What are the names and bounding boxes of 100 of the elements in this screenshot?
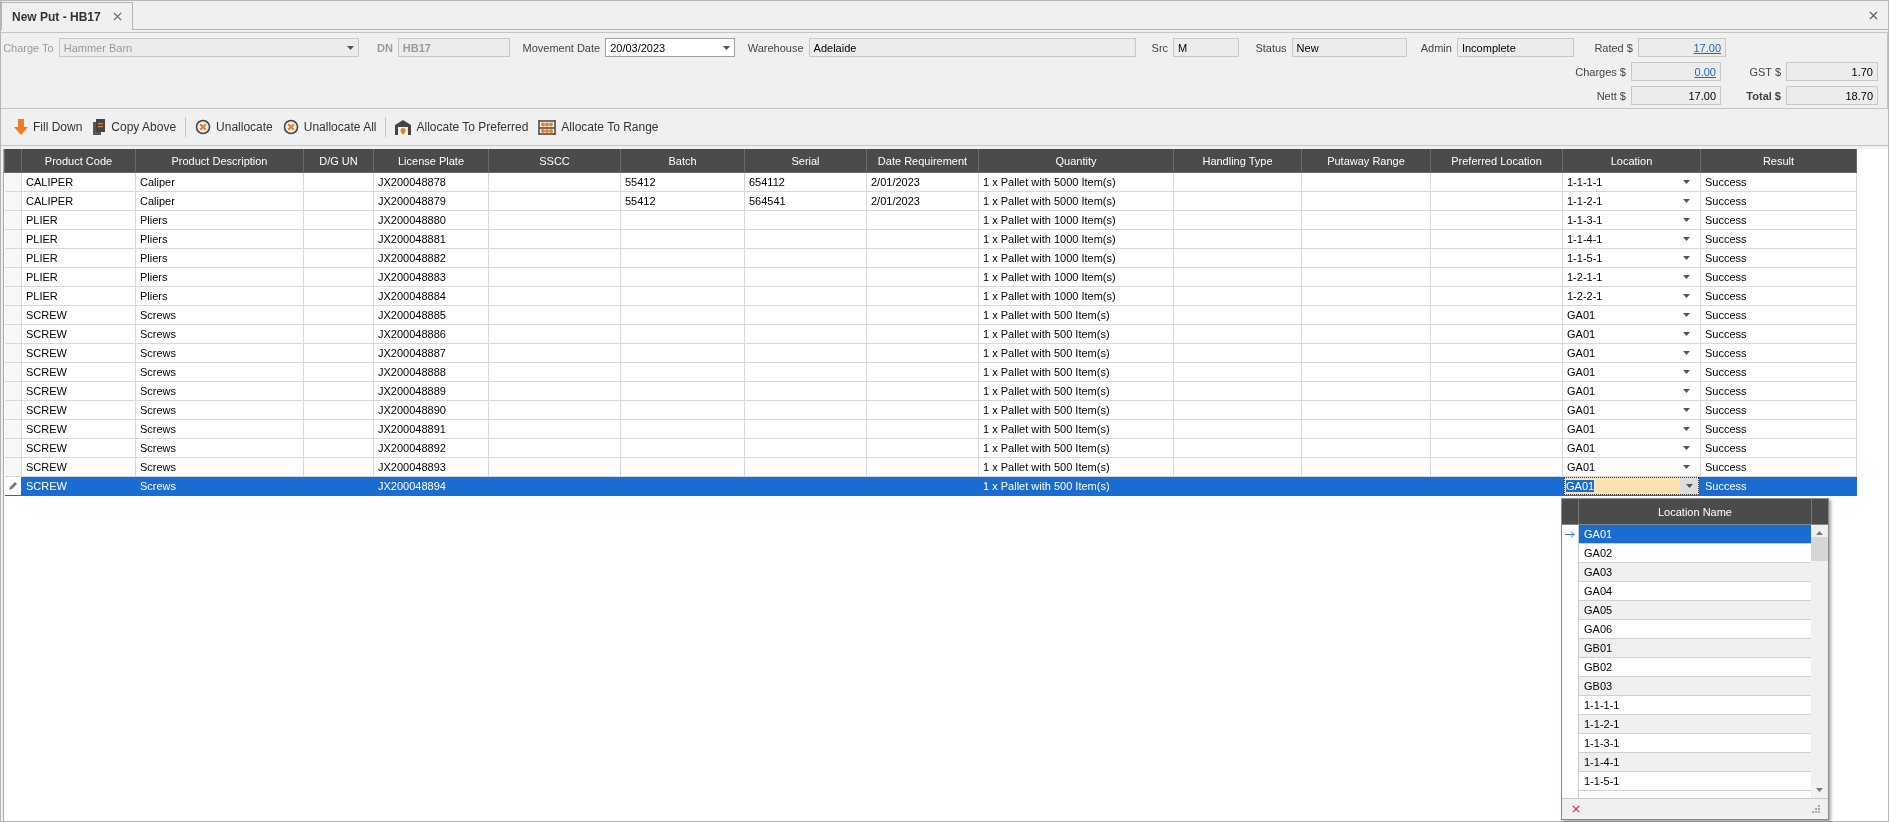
location-dropdown[interactable]: 1-1-1-1 <box>1562 172 1701 192</box>
table-cell: JX200048886 <box>373 324 489 344</box>
list-item[interactable]: GB03 <box>1579 677 1811 696</box>
table-cell: JX200048891 <box>373 419 489 439</box>
table-cell: Pliers <box>135 229 304 249</box>
column-header[interactable]: Result <box>1700 149 1857 173</box>
text-field[interactable]: New <box>1291 38 1408 57</box>
caret-icon <box>1683 180 1690 184</box>
date-picker[interactable]: 20/03/2023 <box>605 38 736 57</box>
scroll-down-icon[interactable] <box>1816 788 1823 792</box>
location-dropdown[interactable]: 1-1-4-1 <box>1562 229 1701 249</box>
location-dropdown[interactable]: GA01 <box>1562 419 1701 439</box>
location-dropdown[interactable]: 1-1-2-1 <box>1562 191 1701 211</box>
toolbar-button[interactable]: Allocate To Preferred <box>390 116 534 138</box>
location-dropdown[interactable]: GA01 <box>1562 457 1701 477</box>
table-cell: 1 x Pallet with 1000 Item(s) <box>978 267 1174 287</box>
column-header[interactable]: Batch <box>620 149 745 173</box>
column-header[interactable]: Handling Type <box>1173 149 1302 173</box>
caret-icon <box>346 45 354 50</box>
toolbar-button[interactable]: Fill Down <box>9 116 88 138</box>
location-dropdown[interactable]: GA01 <box>1562 305 1701 325</box>
table-cell: Screws <box>135 362 304 382</box>
amount-link[interactable]: 0.00 <box>1694 65 1716 78</box>
table-cell: CALIPER <box>21 172 136 192</box>
toolbar-button[interactable]: Unallocate <box>190 116 278 138</box>
table-cell: 1 x Pallet with 500 Item(s) <box>978 438 1174 458</box>
cancel-icon <box>195 119 212 135</box>
table-cell: Screws <box>135 381 304 401</box>
list-item[interactable]: 1-1-4-1 <box>1579 753 1811 772</box>
table-cell: 2/01/2023 <box>866 191 979 211</box>
table-cell: Screws <box>135 324 304 344</box>
location-dropdown[interactable]: GA01 <box>1562 381 1701 401</box>
field-label: DN <box>375 41 394 54</box>
column-header[interactable]: Serial <box>744 149 867 173</box>
caret-icon <box>1683 294 1690 298</box>
table-cell: JX200048884 <box>373 286 489 306</box>
field-label: GST $ <box>1748 65 1782 78</box>
resize-grip-icon[interactable] <box>1812 805 1820 813</box>
clear-icon[interactable] <box>1572 805 1580 813</box>
toolbar-button[interactable]: Copy Above <box>87 116 182 138</box>
column-header[interactable]: Preferred Location <box>1430 149 1563 173</box>
table-cell: 564541 <box>744 191 867 211</box>
table-cell: CALIPER <box>21 191 136 211</box>
field-label: Charges $ <box>1574 65 1627 78</box>
table-cell: SCREW <box>21 305 136 325</box>
caret-icon <box>1683 370 1690 374</box>
text-field[interactable]: Incomplete <box>1456 38 1575 57</box>
list-item[interactable]: GA03 <box>1579 563 1811 582</box>
text-field[interactable]: M <box>1173 38 1239 57</box>
table-cell: Success <box>1700 419 1857 439</box>
location-dropdown[interactable]: GA01 <box>1562 438 1701 458</box>
table-cell: JX200048892 <box>373 438 489 458</box>
table-cell: Screws <box>135 419 304 439</box>
amount-field: 18.70 <box>1786 86 1878 105</box>
document-tab[interactable]: New Put - HB17 <box>1 2 133 30</box>
table-cell: Pliers <box>135 286 304 306</box>
shelving-icon <box>538 119 557 135</box>
toolbar-button[interactable]: Unallocate All <box>277 116 382 138</box>
location-dropdown[interactable]: 1-2-2-1 <box>1562 286 1701 306</box>
table-cell: JX200048888 <box>373 362 489 382</box>
list-item[interactable]: GA01 <box>1579 525 1811 544</box>
location-dropdown[interactable]: 1-1-5-1 <box>1562 248 1701 268</box>
toolbar-button[interactable]: Allocate To Range <box>533 116 664 138</box>
column-header[interactable]: License Plate <box>373 149 489 173</box>
scrollbar-thumb[interactable] <box>1811 537 1828 561</box>
table-cell: Pliers <box>135 267 304 287</box>
list-item[interactable]: GB01 <box>1579 639 1811 658</box>
list-item[interactable]: 1-1-2-1 <box>1579 715 1811 734</box>
location-dropdown[interactable]: GA01 <box>1562 400 1701 420</box>
table-cell: Caliper <box>135 172 304 192</box>
location-dropdown[interactable]: 1-2-1-1 <box>1562 267 1701 287</box>
table-cell: 1 x Pallet with 500 Item(s) <box>978 457 1174 477</box>
caret-icon <box>1683 218 1690 222</box>
location-dropdown[interactable]: 1-1-3-1 <box>1562 210 1701 230</box>
column-header[interactable]: D/G UN <box>303 149 374 173</box>
location-dropdown[interactable]: GA01 <box>1562 343 1701 363</box>
column-header[interactable]: SSCC <box>488 149 621 173</box>
text-field[interactable]: Adelaide <box>808 38 1136 57</box>
column-header[interactable]: Product Description <box>135 149 304 173</box>
column-header[interactable]: Putaway Range <box>1301 149 1431 173</box>
table-cell: SCREW <box>21 381 136 401</box>
column-header[interactable]: Product Code <box>21 149 136 173</box>
location-dropdown[interactable]: GA01 <box>1562 324 1701 344</box>
location-dropdown[interactable]: GA01 <box>1562 362 1701 382</box>
close-icon[interactable] <box>1869 10 1878 20</box>
caret-icon <box>1683 275 1690 279</box>
column-header[interactable]: Quantity <box>978 149 1174 173</box>
column-header[interactable]: Location <box>1562 149 1701 173</box>
table-cell: Pliers <box>135 248 304 268</box>
column-header: Location Name <box>1579 499 1812 524</box>
scroll-up-icon[interactable] <box>1816 531 1823 535</box>
table-cell: Screws <box>135 457 304 477</box>
right-arrow-icon <box>1565 531 1575 538</box>
table-cell: SCREW <box>21 438 136 458</box>
close-icon[interactable] <box>112 12 122 21</box>
table-cell: PLIER <box>21 248 136 268</box>
list-item[interactable]: GA05 <box>1579 601 1811 620</box>
table-cell: PLIER <box>21 210 136 230</box>
column-header[interactable]: Date Requirement <box>866 149 979 173</box>
table-cell: 1 x Pallet with 500 Item(s) <box>978 419 1174 439</box>
